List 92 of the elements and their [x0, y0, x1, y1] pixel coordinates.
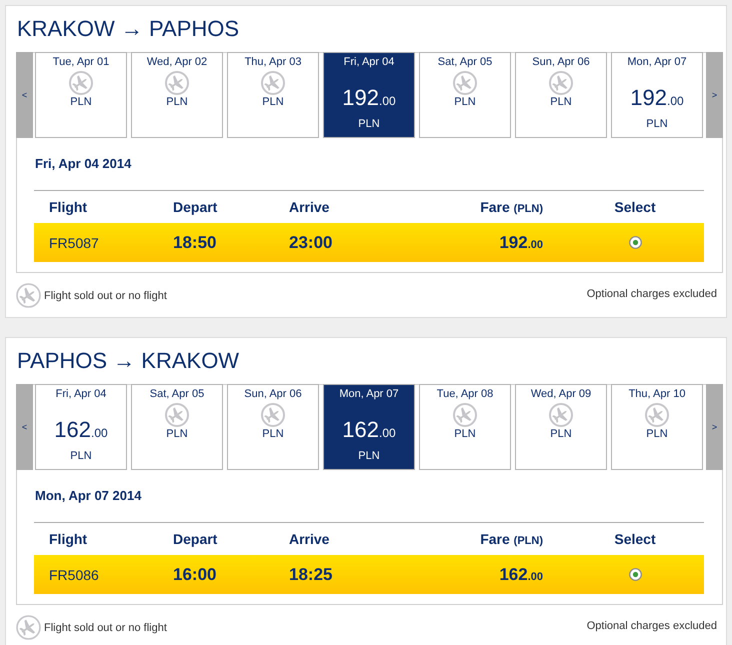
date-card[interactable]: Sat, Apr 05 PLN: [419, 52, 511, 138]
charges-note: Optional charges excluded: [586, 620, 717, 632]
card-date: Mon, Apr 07: [339, 388, 399, 401]
card-date: Mon, Apr 07: [627, 56, 687, 69]
currency-label: PLN: [550, 96, 572, 109]
currency-label: PLN: [262, 428, 284, 441]
flight-number: FR5086: [49, 566, 100, 582]
card-date: Wed, Apr 02: [146, 56, 208, 69]
column-header: Flight: [49, 199, 88, 215]
date-card[interactable]: Thu, Apr 10 PLN: [611, 384, 703, 470]
currency-label: PLN: [646, 118, 668, 131]
card-date: Sat, Apr 05: [438, 56, 492, 69]
card-date: Thu, Apr 03: [244, 56, 302, 69]
card-date: Thu, Apr 10: [628, 388, 686, 401]
currency-label: PLN: [166, 96, 188, 109]
flight-row[interactable]: FR5087 18:50 23:00 192.00: [34, 223, 704, 262]
currency-label: PLN: [70, 450, 92, 463]
date-card[interactable]: Fri, Apr 04 162.00 PLN: [35, 384, 127, 470]
selected-date: Fri, Apr 04 2014: [35, 156, 132, 172]
plane-in-circle-icon: [69, 71, 93, 95]
currency-label: PLN: [646, 428, 668, 441]
plane-in-circle-icon: [16, 615, 41, 640]
column-header: Depart: [173, 531, 218, 547]
column-header: Arrive: [289, 199, 330, 215]
plane-in-circle-icon: [165, 403, 189, 427]
previous-dates-button[interactable]: <: [16, 52, 33, 138]
legend-text: Flight sold out or no flight: [44, 290, 167, 302]
currency-label: PLN: [166, 428, 188, 441]
currency-label: PLN: [454, 96, 476, 109]
currency-label: PLN: [358, 450, 380, 463]
card-date: Wed, Apr 09: [530, 388, 592, 401]
radio-button[interactable]: [628, 236, 642, 249]
date-card[interactable]: Mon, Apr 07 162.00 PLN: [323, 384, 415, 470]
currency-label: PLN: [262, 96, 284, 109]
fare-price: 192.00: [499, 232, 543, 252]
fare-price: 192.00: [342, 85, 396, 112]
legend-text: Flight sold out or no flight: [44, 622, 167, 634]
column-header: Arrive: [289, 531, 330, 547]
date-card[interactable]: Thu, Apr 03 PLN: [227, 52, 319, 138]
currency-label: PLN: [454, 428, 476, 441]
plane-in-circle-icon: [645, 403, 669, 427]
card-date: Tue, Apr 01: [52, 56, 110, 69]
depart-time: 18:50: [173, 232, 218, 252]
date-card[interactable]: Wed, Apr 09 PLN: [515, 384, 607, 470]
previous-dates-button[interactable]: <: [16, 384, 33, 470]
plane-in-circle-icon: [261, 71, 285, 95]
date-card[interactable]: Sun, Apr 06 PLN: [515, 52, 607, 138]
card-date: Sun, Apr 06: [532, 56, 590, 69]
card-date: Sun, Apr 06: [244, 388, 302, 401]
fare-price: 162.00: [342, 417, 396, 444]
fare-price: 162.00: [499, 564, 543, 584]
plane-in-circle-icon: [16, 283, 41, 308]
card-date: Sat, Apr 05: [150, 388, 204, 401]
fare-price: 192.00: [630, 85, 684, 112]
date-card[interactable]: Wed, Apr 02 PLN: [131, 52, 223, 138]
card-date: Tue, Apr 08: [436, 388, 494, 401]
currency-label: PLN: [550, 428, 572, 441]
plane-in-circle-icon: [549, 403, 573, 427]
next-dates-button[interactable]: >: [706, 52, 723, 138]
plane-in-circle-icon: [549, 71, 573, 95]
next-dates-button[interactable]: >: [706, 384, 723, 470]
date-card[interactable]: Sun, Apr 06 PLN: [227, 384, 319, 470]
flight-number: FR5087: [49, 234, 100, 250]
date-card[interactable]: Mon, Apr 07 192.00 PLN: [611, 52, 703, 138]
plane-in-circle-icon: [453, 71, 477, 95]
card-date: Fri, Apr 04: [344, 56, 394, 69]
radio-button[interactable]: [628, 568, 642, 581]
date-card[interactable]: Tue, Apr 01 PLN: [35, 52, 127, 138]
arrive-time: 23:00: [289, 232, 334, 252]
charges-note: Optional charges excluded: [586, 288, 717, 300]
currency-label: PLN: [70, 96, 92, 109]
flight-row[interactable]: FR5086 16:00 18:25 162.00: [34, 555, 704, 594]
column-header: Depart: [173, 199, 218, 215]
arrive-time: 18:25: [289, 564, 334, 584]
depart-time: 16:00: [173, 564, 218, 584]
date-card[interactable]: Sat, Apr 05 PLN: [131, 384, 223, 470]
date-card[interactable]: Tue, Apr 08 PLN: [419, 384, 511, 470]
card-date: Fri, Apr 04: [56, 388, 106, 401]
plane-in-circle-icon: [165, 71, 189, 95]
plane-in-circle-icon: [453, 403, 477, 427]
date-card[interactable]: Fri, Apr 04 192.00 PLN: [323, 52, 415, 138]
plane-in-circle-icon: [261, 403, 285, 427]
currency-label: PLN: [358, 118, 380, 131]
route-title: PAPHOS → KRAKOW: [17, 348, 240, 374]
selected-date: Mon, Apr 07 2014: [35, 488, 142, 504]
column-header: Fare (PLN): [480, 199, 543, 215]
route-title: KRAKOW → PAPHOS: [17, 16, 240, 42]
column-header: Fare (PLN): [480, 531, 543, 547]
column-header: Select: [613, 531, 656, 547]
column-header: Flight: [49, 531, 88, 547]
column-header: Select: [613, 199, 656, 215]
fare-price: 162.00: [54, 417, 108, 444]
